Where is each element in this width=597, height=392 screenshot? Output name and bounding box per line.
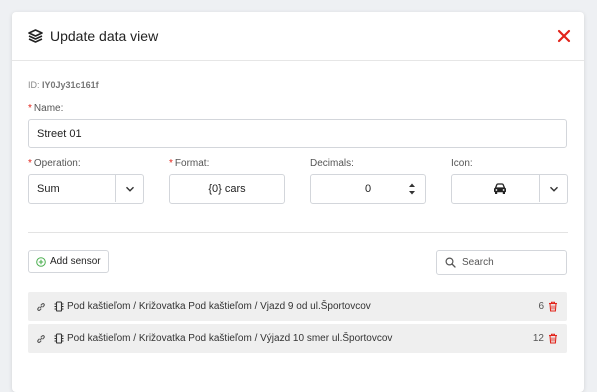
- name-input-value: Street 01: [37, 127, 82, 140]
- required-marker: *: [169, 158, 173, 169]
- trash-icon[interactable]: [548, 333, 558, 344]
- chevron-down-icon[interactable]: [549, 184, 559, 194]
- stepper-arrows-icon[interactable]: [407, 181, 417, 197]
- sensor-name: Pod kaštieľom / Križovatka Pod kaštieľom…: [67, 333, 393, 344]
- plus-circle-icon: [36, 256, 46, 267]
- add-sensor-label: Add sensor: [50, 256, 101, 267]
- close-icon[interactable]: [557, 29, 571, 43]
- icon-select[interactable]: [451, 174, 568, 204]
- decimals-value: 0: [364, 183, 372, 195]
- decimals-label-text: Decimals:: [310, 158, 354, 169]
- format-label-text: Format:: [174, 158, 210, 169]
- trash-icon[interactable]: [548, 301, 558, 312]
- sensor-count: 6: [538, 301, 544, 312]
- format-field-group: * Format: {0} cars: [169, 158, 285, 204]
- format-input-value: {0} cars: [208, 183, 246, 195]
- format-input[interactable]: {0} cars: [169, 174, 285, 204]
- search-input[interactable]: [462, 257, 562, 268]
- decimals-field-group: Decimals: 0: [310, 158, 426, 204]
- required-marker: *: [28, 158, 32, 169]
- settings-row: * Operation: Sum * Format: {0} cars Decima…: [28, 158, 568, 218]
- name-field-group: * Name: Street 01: [28, 103, 568, 148]
- decimals-label: Decimals:: [310, 158, 426, 169]
- chevron-down-icon[interactable]: [125, 184, 135, 194]
- link-icon[interactable]: [36, 334, 46, 344]
- sensor-row[interactable]: Pod kaštieľom / Križovatka Pod kaštieľom…: [28, 324, 567, 353]
- sensor-name: Pod kaštieľom / Križovatka Pod kaštieľom…: [67, 301, 371, 312]
- select-divider: [115, 175, 116, 202]
- link-icon[interactable]: [36, 302, 46, 312]
- car-icon: [493, 183, 507, 195]
- section-divider: [28, 232, 568, 233]
- decimals-stepper[interactable]: 0: [310, 174, 426, 204]
- required-marker: *: [28, 103, 32, 114]
- operation-label-text: Operation:: [33, 158, 81, 169]
- sensor-chip-icon: [54, 301, 64, 312]
- name-label-text: Name:: [33, 103, 64, 114]
- icon-label-text: Icon:: [451, 158, 473, 169]
- sensor-chip-icon: [54, 333, 64, 344]
- update-data-view-dialog: Update data view ID: IY0Jy31c161f * Name:…: [12, 12, 584, 392]
- record-id-label: ID:: [28, 80, 40, 90]
- select-divider: [539, 175, 540, 202]
- search-icon: [445, 257, 456, 268]
- format-label: * Format:: [169, 158, 285, 169]
- sensor-count: 12: [532, 333, 544, 344]
- name-label: * Name:: [28, 103, 568, 114]
- operation-select[interactable]: Sum: [28, 174, 144, 204]
- record-id-value: IY0Jy31c161f: [42, 80, 99, 90]
- dialog-header: Update data view: [12, 12, 584, 61]
- sensor-row[interactable]: Pod kaštieľom / Križovatka Pod kaštieľom…: [28, 292, 567, 321]
- operation-select-value: Sum: [37, 183, 60, 195]
- dialog-title: Update data view: [50, 28, 159, 44]
- operation-field-group: * Operation: Sum: [28, 158, 144, 204]
- name-input[interactable]: Street 01: [28, 119, 567, 148]
- layers-icon: [28, 28, 44, 44]
- icon-label: Icon:: [451, 158, 568, 169]
- operation-label: * Operation:: [28, 158, 144, 169]
- add-sensor-button[interactable]: Add sensor: [28, 250, 109, 273]
- dialog-body: ID: IY0Jy31c161f * Name: Street 01: [12, 61, 584, 148]
- icon-field-group: Icon:: [451, 158, 568, 204]
- record-id: ID: IY0Jy31c161f: [28, 80, 568, 90]
- sensor-search[interactable]: [436, 250, 567, 275]
